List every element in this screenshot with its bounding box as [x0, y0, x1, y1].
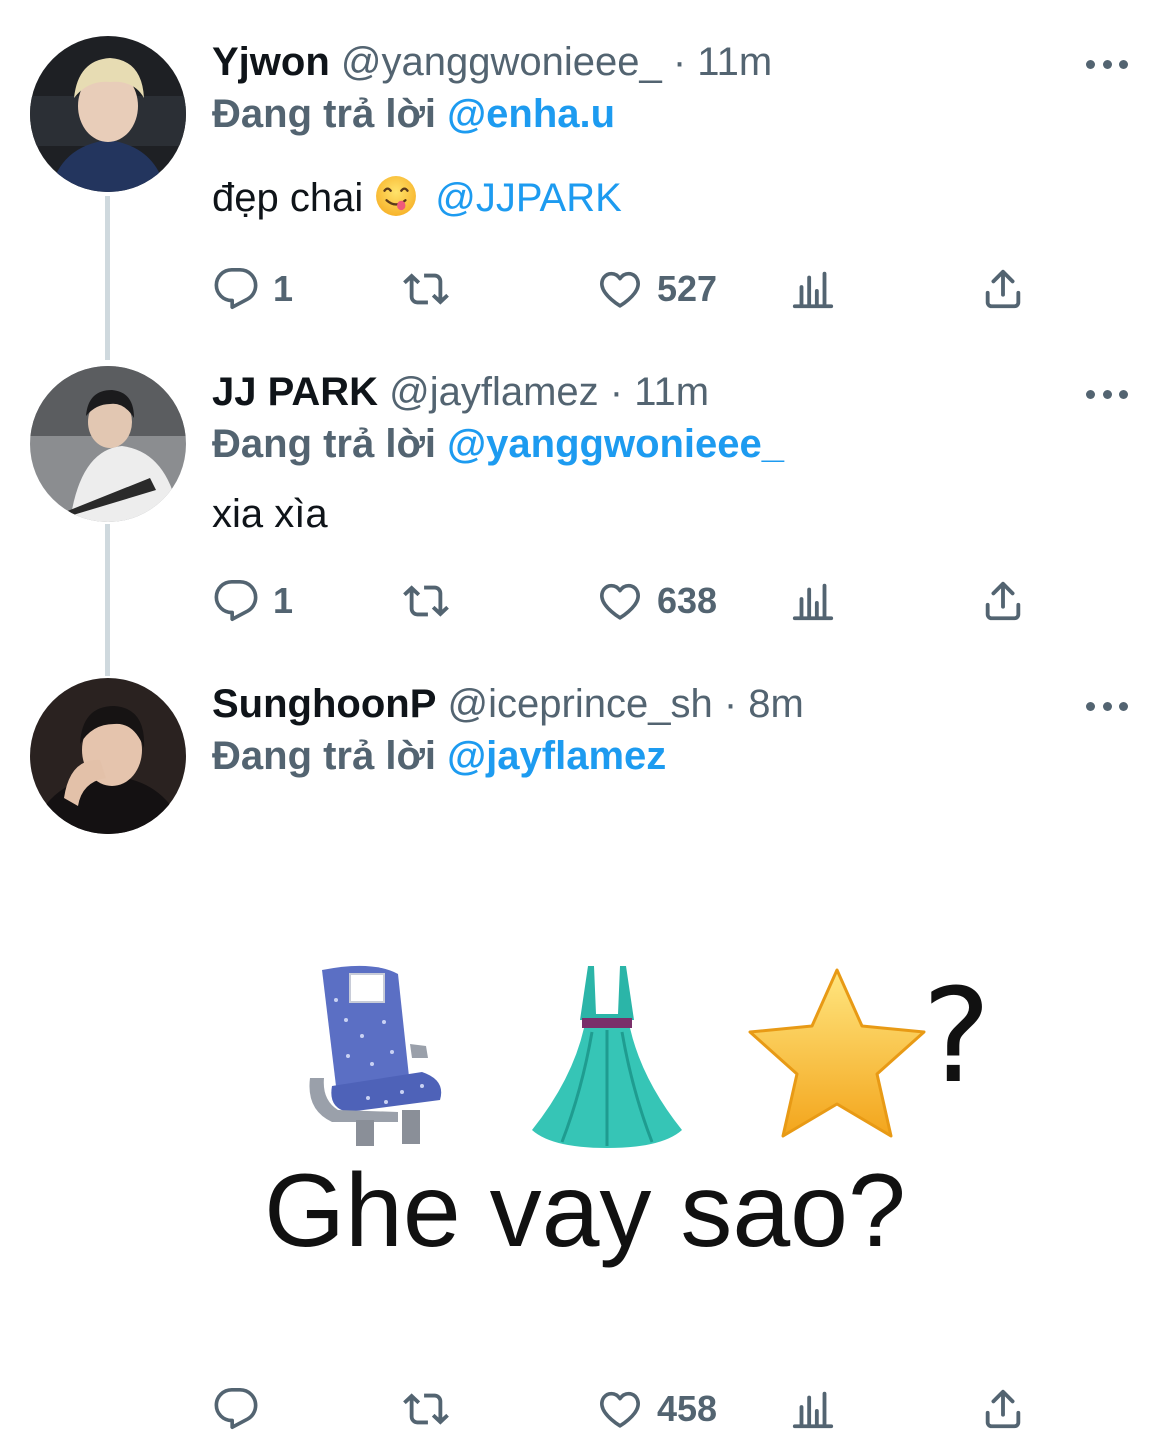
more-dots-icon[interactable] — [1086, 54, 1128, 74]
media-caption: Ghe vay sao? — [264, 1153, 906, 1269]
avatar[interactable] — [30, 366, 186, 522]
replying-to: Đang trả lời @enha.u — [212, 90, 615, 138]
share-upload-icon — [980, 1386, 1026, 1432]
retweet-icon — [403, 578, 449, 624]
retweet-button[interactable] — [403, 1386, 449, 1432]
views-button[interactable] — [790, 1386, 836, 1432]
reply-count: 1 — [273, 268, 294, 309]
like-count: 638 — [657, 580, 718, 621]
tweet-text-content: đẹp chai — [212, 176, 364, 220]
reply-mention[interactable]: @yanggwonieee_ — [447, 422, 784, 466]
reply-button[interactable]: 1 — [213, 266, 293, 312]
tweet-actions: 458 — [0, 1386, 1170, 1436]
seat-emoji — [309, 965, 442, 1146]
reply-prefix: Đang trả lời — [212, 422, 437, 466]
handle[interactable]: @iceprince_sh — [448, 682, 713, 726]
views-bar-chart-icon — [790, 1386, 836, 1432]
display-name[interactable]: Yjwon — [212, 40, 330, 84]
views-button[interactable] — [790, 266, 836, 312]
retweet-icon — [403, 266, 449, 312]
tweet-yjwon[interactable]: Yjwon @yanggwonieee_ · 11m Đang trả lời … — [0, 0, 1170, 340]
views-button[interactable] — [790, 578, 836, 624]
retweet-icon — [403, 1386, 449, 1432]
heart-icon — [597, 578, 643, 624]
display-name[interactable]: SunghoonP — [212, 682, 436, 726]
display-name[interactable]: JJ PARK — [212, 370, 378, 414]
more-dots-icon[interactable] — [1086, 696, 1128, 716]
tweet-text: đẹp chai @JJPARK — [212, 174, 622, 222]
question-mark: ? — [922, 960, 991, 1112]
reply-count: 1 — [273, 580, 294, 621]
tweet-header: JJ PARK @jayflamez · 11m — [212, 368, 709, 416]
share-button[interactable] — [980, 578, 1026, 624]
replying-to: Đang trả lời @yanggwonieee_ — [212, 420, 784, 468]
like-count: 458 — [657, 1388, 718, 1429]
views-bar-chart-icon — [790, 266, 836, 312]
reply-prefix: Đang trả lời — [212, 734, 437, 778]
like-button[interactable]: 458 — [597, 1386, 717, 1432]
tweet-text: xia xìa — [212, 492, 328, 536]
avatar[interactable] — [30, 36, 186, 192]
share-button[interactable] — [980, 1386, 1026, 1432]
timestamp[interactable]: · 11m — [610, 370, 709, 414]
handle[interactable]: @jayflamez — [389, 370, 599, 414]
tweet-header: Yjwon @yanggwonieee_ · 11m — [212, 38, 772, 86]
retweet-button[interactable] — [403, 266, 449, 312]
star-emoji — [748, 968, 926, 1138]
like-count: 527 — [657, 268, 718, 309]
share-upload-icon — [980, 266, 1026, 312]
reply-button[interactable] — [213, 1386, 259, 1432]
share-upload-icon — [980, 578, 1026, 624]
reply-mention[interactable]: @jayflamez — [447, 734, 666, 778]
views-bar-chart-icon — [790, 578, 836, 624]
tweet-media-image[interactable]: ? Ghe vay sao? — [212, 900, 1112, 1320]
heart-icon — [597, 266, 643, 312]
retweet-button[interactable] — [403, 578, 449, 624]
avatar[interactable] — [30, 678, 186, 834]
replying-to: Đang trả lời @jayflamez — [212, 732, 666, 780]
reply-bubble-icon — [213, 266, 259, 312]
reply-prefix: Đang trả lời — [212, 92, 437, 136]
reply-mention[interactable]: @enha.u — [447, 92, 615, 136]
savoring-food-face-emoji — [376, 176, 417, 216]
handle[interactable]: @yanggwonieee_ — [341, 40, 662, 84]
tweet-header: SunghoonP @iceprince_sh · 8m — [212, 680, 804, 728]
tweet-jjpark[interactable]: JJ PARK @jayflamez · 11m Đang trả lời @y… — [0, 340, 1170, 660]
reply-bubble-icon — [213, 1386, 259, 1432]
tweet-actions: 1 638 — [0, 578, 1170, 628]
reply-bubble-icon — [213, 578, 259, 624]
tweet-actions: 1 527 — [0, 266, 1170, 316]
like-button[interactable]: 638 — [597, 578, 717, 624]
reply-button[interactable]: 1 — [213, 578, 293, 624]
tweet-sunghoonp[interactable]: SunghoonP @iceprince_sh · 8m Đang trả lờ… — [0, 660, 1170, 1450]
dress-emoji — [532, 966, 682, 1148]
tweet-text-mention[interactable]: @JJPARK — [435, 176, 622, 220]
timestamp[interactable]: · 11m — [673, 40, 772, 84]
timestamp[interactable]: · 8m — [724, 682, 804, 726]
more-dots-icon[interactable] — [1086, 384, 1128, 404]
like-button[interactable]: 527 — [597, 266, 717, 312]
heart-icon — [597, 1386, 643, 1432]
share-button[interactable] — [980, 266, 1026, 312]
